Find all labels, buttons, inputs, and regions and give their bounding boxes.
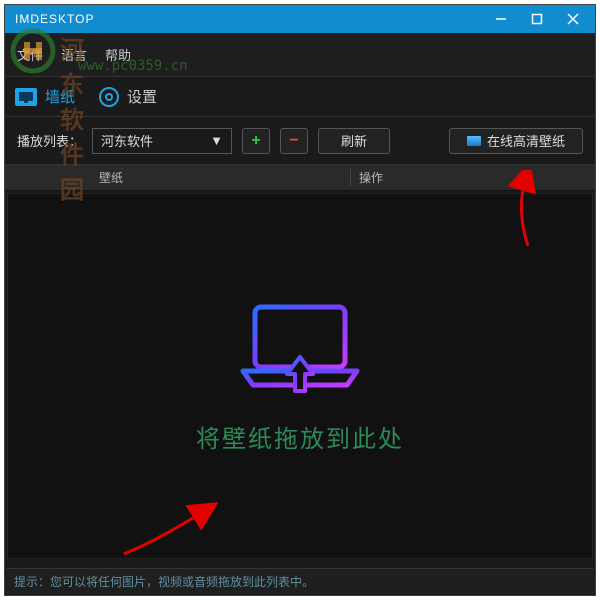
refresh-button[interactable]: 刷新 (318, 128, 390, 154)
statusbar: 提示：您可以将任何图片，视频或音频拖放到此列表中。 (6, 568, 594, 594)
refresh-label: 刷新 (341, 131, 367, 150)
menu-help[interactable]: 帮助 (105, 45, 131, 64)
minimize-button[interactable] (483, 5, 519, 33)
add-button[interactable]: + (242, 128, 270, 154)
playlist-label: 播放列表： (17, 131, 82, 150)
laptop-icon (235, 299, 365, 399)
toolbar: 播放列表： 河东软件 ▼ + − 刷新 在线高清壁纸 (5, 117, 595, 165)
window-title: IMDESKTOP (15, 12, 483, 26)
dropzone[interactable]: 将壁纸拖放到此处 (7, 193, 593, 559)
list-header: 壁纸 操作 (5, 165, 595, 191)
monitor-icon (15, 88, 37, 106)
playlist-select-value: 河东软件 (101, 131, 153, 150)
playlist-select[interactable]: 河东软件 ▼ (92, 128, 232, 154)
menu-language[interactable]: 语言 (61, 45, 87, 64)
online-hd-label: 在线高清壁纸 (487, 131, 565, 150)
header-wallpaper: 壁纸 (91, 169, 351, 186)
chevron-down-icon: ▼ (210, 133, 223, 148)
menu-file[interactable]: 文件 (17, 45, 43, 64)
online-hd-button[interactable]: 在线高清壁纸 (449, 128, 583, 154)
status-hint: 提示：您可以将任何图片，视频或音频拖放到此列表中。 (14, 573, 314, 590)
header-operation: 操作 (351, 169, 595, 186)
titlebar: IMDESKTOP (5, 5, 595, 33)
remove-button[interactable]: − (280, 128, 308, 154)
tab-settings[interactable]: 设置 (99, 86, 157, 107)
close-button[interactable] (555, 5, 591, 33)
wallpaper-icon (467, 136, 481, 146)
tab-wallpaper-label: 墙纸 (45, 86, 75, 107)
tab-settings-label: 设置 (127, 86, 157, 107)
menubar: 文件 语言 帮助 (5, 33, 595, 77)
gear-icon (99, 87, 119, 107)
tabbar: 墙纸 设置 (5, 77, 595, 117)
dropzone-text: 将壁纸拖放到此处 (196, 419, 404, 454)
maximize-button[interactable] (519, 5, 555, 33)
tab-wallpaper[interactable]: 墙纸 (15, 86, 75, 107)
